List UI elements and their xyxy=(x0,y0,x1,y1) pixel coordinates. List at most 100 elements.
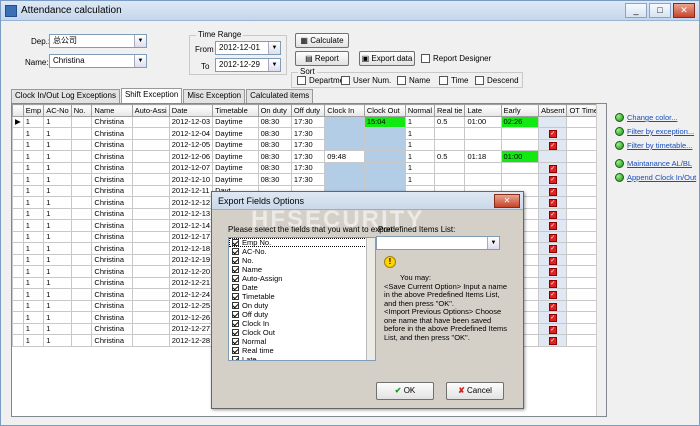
maximize-button[interactable]: □ xyxy=(649,3,671,18)
change-color-link[interactable]: Change color... xyxy=(615,113,677,122)
field-checkbox[interactable] xyxy=(232,329,239,336)
tab-calculated-items[interactable]: Calculated items xyxy=(246,89,314,103)
table-cell: Christina xyxy=(91,184,133,197)
field-checkbox[interactable] xyxy=(232,275,239,282)
tab-misc-exception[interactable]: Misc Exception xyxy=(183,89,246,103)
export-field-item[interactable]: Late xyxy=(229,355,375,360)
field-checkbox[interactable] xyxy=(232,248,239,255)
export-field-item[interactable]: Real time xyxy=(229,346,375,355)
grid-vertical-scrollbar[interactable] xyxy=(596,104,606,416)
export-field-item[interactable]: Normal xyxy=(229,337,375,346)
table-cell: 2012-12-03 xyxy=(168,115,214,128)
table-row[interactable]: ▶ 1 1 Christina 2012-12-03 Daytime 08:30 17:30 1… xyxy=(12,115,606,128)
table-row[interactable]: 1 1 Christina 2012-12-05 Daytime 08:30 17:30 1 ✓ xyxy=(12,138,606,151)
calculate-button[interactable]: ▦ Calculate xyxy=(295,33,349,48)
table-row[interactable]: 1 1 Christina 2012-12-06 Daytime 08:30 17:30 09… xyxy=(12,150,606,163)
column-header[interactable]: Off duty xyxy=(290,104,326,117)
export-data-button[interactable]: ▣ Export data xyxy=(359,51,415,66)
table-cell: 2012-12-05 xyxy=(168,138,214,151)
table-cell: 2012-12-27 xyxy=(168,322,214,335)
table-cell: 0.5 xyxy=(433,150,466,163)
close-button[interactable]: ✕ xyxy=(673,3,695,18)
column-header[interactable]: On duty xyxy=(257,104,292,117)
help-text-line: <Save Current Option> Input a name in th… xyxy=(384,281,507,308)
column-header[interactable]: AC-No xyxy=(43,104,72,117)
export-fields-list[interactable]: Emp No. AC-No. No. Name Auto-Assign Date Timet… xyxy=(228,237,376,361)
column-header[interactable]: No. xyxy=(70,104,93,117)
table-cell: 1 xyxy=(43,115,72,128)
table-row[interactable]: 1 1 Christina 2012-12-07 Daytime 08:30 17:30 1 ✓ xyxy=(12,161,606,174)
fields-list-scrollbar[interactable] xyxy=(366,238,375,360)
filter-by-exception-link[interactable]: Filter by exception... xyxy=(615,127,694,136)
tab-shift-exception[interactable]: Shift Exception xyxy=(120,88,183,103)
dialog-close-button[interactable]: ✕ xyxy=(494,194,520,208)
column-header[interactable]: Emp xyxy=(22,104,45,117)
field-checkbox[interactable] xyxy=(232,284,239,291)
from-date-picker[interactable]: 2012-12-01 ▼ xyxy=(215,41,281,55)
column-header[interactable]: Name xyxy=(91,104,133,117)
append-clock-link[interactable]: Append Clock In/Out xyxy=(615,173,696,182)
export-field-item[interactable]: Name xyxy=(229,265,375,274)
export-field-item[interactable]: Timetable xyxy=(229,292,375,301)
column-header[interactable]: Normal xyxy=(404,104,436,117)
export-field-item[interactable]: Emp No. xyxy=(229,238,375,247)
to-date-picker[interactable]: 2012-12-29 ▼ xyxy=(215,58,281,72)
tab-clock-exceptions[interactable]: Clock In/Out Log Exceptions xyxy=(11,89,120,103)
table-cell: Christina xyxy=(91,219,133,232)
column-header[interactable]: Absent xyxy=(538,104,568,117)
filter-by-timetable-link[interactable]: Filter by timetable... xyxy=(615,141,692,150)
field-checkbox[interactable] xyxy=(232,338,239,345)
sort-descend-checkbox[interactable]: Descend xyxy=(475,76,519,85)
field-checkbox[interactable] xyxy=(232,293,239,300)
field-checkbox[interactable] xyxy=(232,311,239,318)
table-cell: 1 xyxy=(22,219,45,232)
column-header[interactable]: Clock In xyxy=(324,104,365,117)
field-checkbox[interactable] xyxy=(232,320,239,327)
table-row[interactable]: 1 1 Christina 2012-12-04 Daytime 08:30 17:30 1 ✓ xyxy=(12,127,606,140)
export-field-item[interactable]: Off duty xyxy=(229,310,375,319)
predefined-items-select[interactable]: ▼ xyxy=(376,236,500,250)
sort-user-num-checkbox[interactable]: User Num. xyxy=(341,76,391,85)
table-row[interactable]: 1 1 Christina 2012-12-10 Daytime 08:30 17:30 1 ✓ xyxy=(12,173,606,186)
field-checkbox[interactable] xyxy=(232,356,239,360)
column-header[interactable]: Early xyxy=(500,104,540,117)
column-header[interactable]: Late xyxy=(464,104,502,117)
export-field-item[interactable]: Date xyxy=(229,283,375,292)
sort-name-checkbox[interactable]: Name xyxy=(397,76,430,85)
table-cell xyxy=(131,161,170,174)
table-cell: 08:30 xyxy=(257,127,292,140)
export-field-item[interactable]: Clock Out xyxy=(229,328,375,337)
field-checkbox[interactable] xyxy=(232,302,239,309)
export-field-item[interactable]: Auto-Assign xyxy=(229,274,375,283)
field-checkbox[interactable] xyxy=(232,347,239,354)
link-label: Change color... xyxy=(627,113,678,122)
dep-select[interactable]: 总公司 ▼ xyxy=(49,34,147,48)
column-header[interactable]: Real tie xyxy=(433,104,466,117)
export-field-item[interactable]: AC-No. xyxy=(229,247,375,256)
field-checkbox[interactable] xyxy=(232,239,239,246)
table-cell: Christina xyxy=(91,127,133,140)
sort-time-checkbox[interactable]: Time xyxy=(439,76,468,85)
column-header[interactable]: Auto-Assi xyxy=(131,104,170,117)
column-header[interactable]: Date xyxy=(168,104,214,117)
absent-cell: ✓ xyxy=(538,127,568,140)
row-indicator xyxy=(12,334,24,347)
export-field-item[interactable]: No. xyxy=(229,256,375,265)
name-select[interactable]: Christina ▼ xyxy=(49,54,147,68)
report-designer-checkbox[interactable]: Report Designer xyxy=(421,54,491,63)
cancel-button[interactable]: ✘ Cancel xyxy=(446,382,504,400)
sort-department-checkbox[interactable]: Departmer xyxy=(297,76,347,85)
table-cell: 1 xyxy=(43,265,72,278)
export-field-item[interactable]: On duty xyxy=(229,301,375,310)
column-header[interactable]: Clock Out xyxy=(363,104,406,117)
table-cell: 2012-12-12 xyxy=(168,196,214,209)
field-checkbox[interactable] xyxy=(232,257,239,264)
report-button[interactable]: ▤ Report xyxy=(295,51,349,66)
minimize-button[interactable]: _ xyxy=(625,3,647,18)
table-cell xyxy=(363,127,406,140)
maintenance-al-bl-link[interactable]: Maintanance AL/BL xyxy=(615,159,692,168)
field-checkbox[interactable] xyxy=(232,266,239,273)
column-header[interactable]: Timetable xyxy=(212,104,259,117)
ok-button[interactable]: ✔ OK xyxy=(376,382,434,400)
export-field-item[interactable]: Clock In xyxy=(229,319,375,328)
